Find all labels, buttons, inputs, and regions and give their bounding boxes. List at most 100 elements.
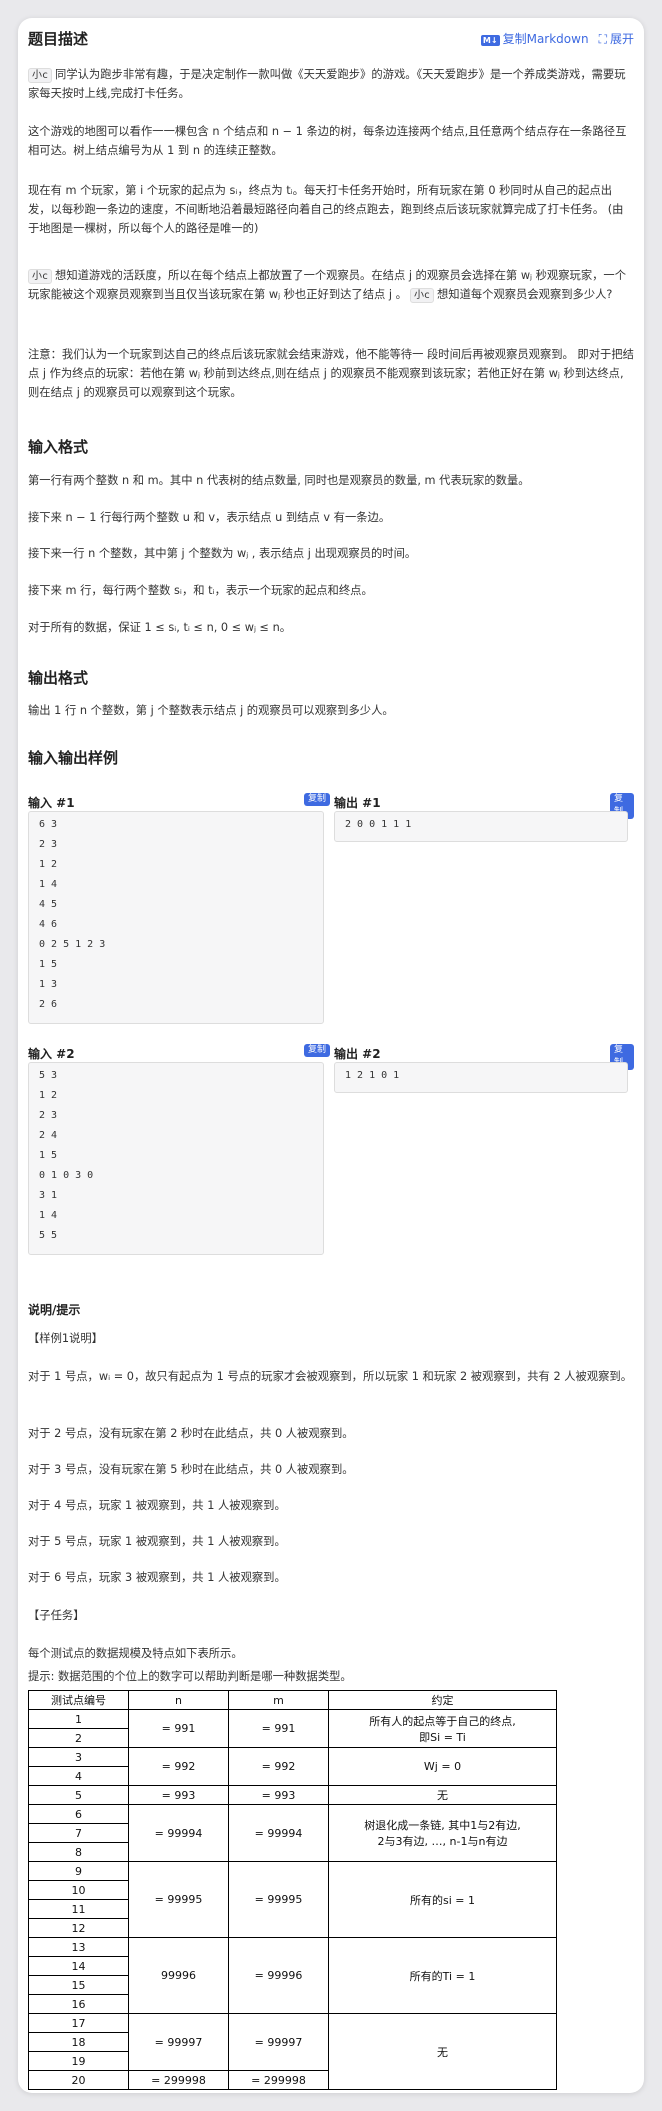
copy-input-1-button[interactable]: 复制 bbox=[304, 793, 331, 806]
desc-paragraph-3: 现在有 m 个玩家，第 i 个玩家的起点为 sᵢ，终点为 tᵢ。每天打卡任务开始… bbox=[28, 184, 624, 235]
input-2-label: 输入 #2 bbox=[28, 1047, 75, 1061]
code-line: 1 5 bbox=[39, 1150, 58, 1161]
test-id: 1 bbox=[28, 1709, 129, 1729]
output-2-code[interactable]: 1 2 1 0 1 bbox=[334, 1062, 628, 1093]
code-line: 1 5 bbox=[39, 959, 58, 970]
table-row: 3 = 992 = 992 Wj = 0 bbox=[28, 1747, 557, 1786]
code-line: 1 2 bbox=[39, 1090, 58, 1101]
n-value: = 299998 bbox=[128, 2070, 229, 2090]
test-id: 9 bbox=[28, 1861, 129, 1881]
test-id: 10 bbox=[28, 1880, 129, 1900]
section-title: 题目描述 bbox=[28, 30, 89, 48]
table-header-row: 测试点编号 n m 约定 bbox=[28, 1690, 557, 1710]
m-value: = 99996 bbox=[228, 1937, 329, 2014]
test-id: 7 bbox=[28, 1823, 129, 1843]
desc-paragraph-1: 小c 同学认为跑步非常有趣，于是决定制作一款叫做《天天爱跑步》的游戏。《天天爱跑步… bbox=[28, 68, 626, 100]
name-tag: 小c bbox=[28, 269, 53, 284]
code-line: 1 2 1 0 1 bbox=[345, 1070, 400, 1081]
table-row: 6 = 99994 = 99994 树退化成一条链, 其中1与2有边, 2与3有边… bbox=[28, 1804, 557, 1862]
desc-paragraph-2: 这个游戏的地图可以看作一一棵包含 n 个结点和 n − 1 条边的树，每条边连接… bbox=[28, 125, 627, 157]
input-1-code[interactable]: 6 3 2 3 1 2 1 4 4 5 4 6 0 2 5 1 2 3 1 5 1 3 2 6 bbox=[28, 811, 324, 1024]
code-line: 5 3 bbox=[39, 1070, 58, 1081]
test-id: 11 bbox=[28, 1899, 129, 1919]
test-id: 20 bbox=[28, 2070, 129, 2090]
code-line: 1 4 bbox=[39, 879, 58, 890]
n-value: = 99997 bbox=[128, 2013, 229, 2071]
test-id: 4 bbox=[28, 1766, 129, 1786]
code-line: 0 2 5 1 2 3 bbox=[39, 939, 106, 950]
test-id: 15 bbox=[28, 1975, 129, 1995]
subtask-desc-2: 提示: 数据范围的个位上的数字可以帮助判断是哪一种数据类型。 bbox=[28, 1670, 352, 1683]
table-row: 1 = 991 = 991 所有人的起点等于自己的终点, 即Si = Ti bbox=[28, 1709, 557, 1748]
output-1-label: 输出 #1 bbox=[334, 796, 381, 810]
hint-heading: 说明/提示 bbox=[28, 1303, 81, 1317]
copy-markdown-button[interactable]: M↓ 复制Markdown bbox=[480, 30, 589, 47]
code-line: 5 5 bbox=[39, 1230, 58, 1241]
m-value: = 991 bbox=[228, 1709, 329, 1748]
desc-paragraph-5: 注意：我们认为一个玩家到达自己的终点后该玩家就会结束游戏，他不能等待一 段时间后… bbox=[28, 348, 634, 399]
sample-explain-5: 对于 5 号点，玩家 1 被观察到，共 1 人被观察到。 bbox=[28, 1535, 286, 1548]
test-id: 2 bbox=[28, 1728, 129, 1748]
output-1-code[interactable]: 2 0 0 1 1 1 bbox=[334, 811, 628, 842]
test-id: 16 bbox=[28, 1994, 129, 2014]
n-value: = 993 bbox=[128, 1785, 229, 1805]
n-value: = 99995 bbox=[128, 1861, 229, 1938]
sample-explain-1: 对于 1 号点，wᵢ = 0，故只有起点为 1 号点的玩家才会被观察到，所以玩家… bbox=[28, 1370, 633, 1383]
constraint-cell: 所有的si = 1 bbox=[328, 1861, 557, 1938]
constraint-cell: 无 bbox=[328, 2013, 557, 2090]
code-line: 0 1 0 3 0 bbox=[39, 1170, 94, 1181]
n-value: 99996 bbox=[128, 1937, 229, 2014]
input-format-line-2: 接下来 n − 1 行每行两个整数 u 和 v，表示结点 u 到结点 v 有一条… bbox=[28, 511, 391, 524]
test-id: 5 bbox=[28, 1785, 129, 1805]
name-tag: 小c bbox=[28, 68, 53, 83]
subtask-desc-1: 每个测试点的数据规模及特点如下表所示。 bbox=[28, 1647, 243, 1660]
code-line: 2 0 0 1 1 1 bbox=[345, 819, 412, 830]
m-value: = 993 bbox=[228, 1785, 329, 1805]
constraint-cell: 无 bbox=[328, 1785, 557, 1805]
table-row: 5 = 993 = 993 无 bbox=[28, 1785, 557, 1805]
table-row: 17 = 99997 = 99997 无 bbox=[28, 2013, 557, 2090]
n-value: = 991 bbox=[128, 1709, 229, 1748]
name-tag: 小c bbox=[409, 288, 434, 303]
col-header-constraint: 约定 bbox=[328, 1690, 557, 1710]
sample-explain-6: 对于 6 号点，玩家 3 被观察到，共 1 人被观察到。 bbox=[28, 1571, 286, 1584]
card-header: 题目描述 M↓ 复制Markdown ⛶ 展开 bbox=[28, 18, 634, 56]
expand-button[interactable]: ⛶ 展开 bbox=[599, 30, 634, 47]
input-format-line-4: 接下来 m 行，每行两个整数 sᵢ，和 tᵢ，表示一个玩家的起点和终点。 bbox=[28, 584, 373, 597]
input-format-heading: 输入格式 bbox=[28, 438, 89, 456]
code-line: 2 4 bbox=[39, 1130, 58, 1141]
markdown-icon: M↓ bbox=[480, 35, 500, 46]
code-line: 1 3 bbox=[39, 979, 58, 990]
subtask-title: 【子任务】 bbox=[28, 1609, 85, 1622]
m-value: = 299998 bbox=[228, 2070, 329, 2090]
code-line: 2 3 bbox=[39, 839, 58, 850]
n-value: = 992 bbox=[128, 1747, 229, 1786]
test-id: 8 bbox=[28, 1842, 129, 1862]
output-2-label: 输出 #2 bbox=[334, 1047, 381, 1061]
code-line: 4 6 bbox=[39, 919, 58, 930]
col-header-n: n bbox=[128, 1690, 229, 1710]
code-line: 1 2 bbox=[39, 859, 58, 870]
input-2-code[interactable]: 5 3 1 2 2 3 2 4 1 5 0 1 0 3 0 3 1 1 4 5 5 bbox=[28, 1062, 324, 1255]
m-value: = 99995 bbox=[228, 1861, 329, 1938]
code-line: 2 6 bbox=[39, 999, 58, 1010]
constraint-cell: 树退化成一条链, 其中1与2有边, 2与3有边, …, n-1与n有边 bbox=[328, 1804, 557, 1862]
input-1-label: 输入 #1 bbox=[28, 796, 75, 810]
n-value: = 99994 bbox=[128, 1804, 229, 1862]
col-header-id: 测试点编号 bbox=[28, 1690, 129, 1710]
output-format-heading: 输出格式 bbox=[28, 669, 89, 687]
test-id: 3 bbox=[28, 1747, 129, 1767]
samples-heading: 输入输出样例 bbox=[28, 749, 119, 767]
input-format-line-1: 第一行有两个整数 n 和 m。其中 n 代表树的结点数量, 同时也是观察员的数量… bbox=[28, 474, 530, 487]
code-line: 6 3 bbox=[39, 819, 58, 830]
test-id: 19 bbox=[28, 2051, 129, 2071]
test-id: 6 bbox=[28, 1804, 129, 1824]
table-row: 9 = 99995 = 99995 所有的si = 1 bbox=[28, 1861, 557, 1938]
input-format-line-5: 对于所有的数据，保证 1 ≤ sᵢ, tᵢ ≤ n, 0 ≤ wⱼ ≤ n。 bbox=[28, 621, 292, 634]
copy-input-2-button[interactable]: 复制 bbox=[304, 1044, 331, 1057]
subtask-table: 测试点编号 n m 约定 1 = 991 = 991 所有人的起点等于自己的终点… bbox=[28, 1690, 557, 2090]
code-line: 3 1 bbox=[39, 1190, 58, 1201]
test-id: 13 bbox=[28, 1937, 129, 1957]
test-id: 14 bbox=[28, 1956, 129, 1976]
sample-explain-title: 【样例1说明】 bbox=[28, 1332, 103, 1345]
